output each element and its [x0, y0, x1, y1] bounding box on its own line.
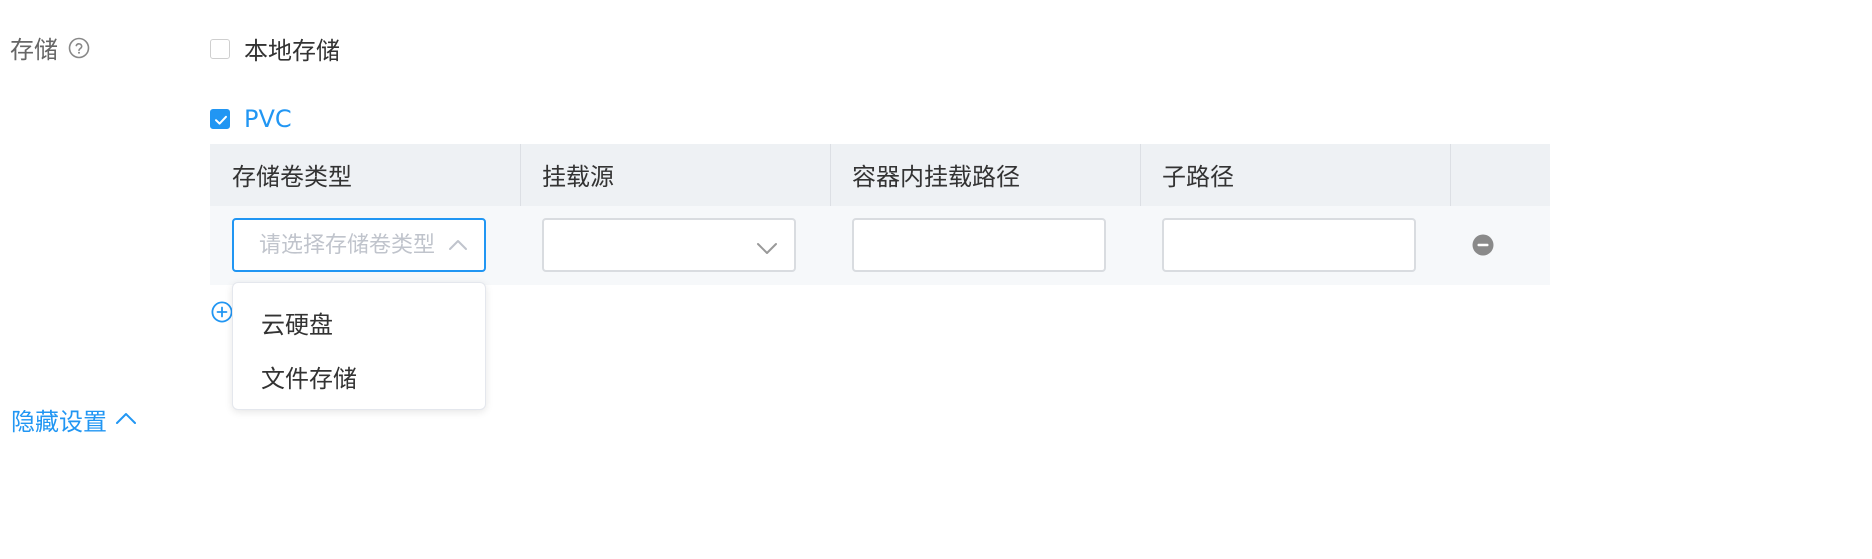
chevron-down-icon	[756, 240, 778, 259]
pvc-checkbox[interactable]	[210, 109, 230, 129]
minus-circle-icon[interactable]	[1472, 234, 1494, 260]
column-header-volume-type: 存储卷类型	[232, 163, 352, 191]
volume-type-dropdown: 云硬盘 文件存储	[232, 282, 486, 410]
sub-path-input[interactable]	[1162, 218, 1416, 272]
local-storage-label: 本地存储	[244, 37, 340, 65]
dropdown-option-cloud-disk[interactable]: 云硬盘	[261, 305, 333, 340]
hide-settings-label: 隐藏设置	[11, 408, 107, 436]
volume-table-header: 存储卷类型 挂载源 容器内挂载路径 子路径	[210, 144, 1550, 206]
chevron-up-icon	[448, 237, 468, 256]
pvc-label: PVC	[244, 105, 292, 133]
storage-field-label-group: 存储	[10, 30, 90, 65]
dropdown-option-file-storage[interactable]: 文件存储	[261, 359, 357, 394]
local-storage-option[interactable]: 本地存储	[210, 31, 340, 66]
pvc-option[interactable]: PVC	[210, 105, 292, 133]
plus-circle-icon[interactable]	[211, 301, 233, 327]
chevron-up-icon	[115, 410, 137, 429]
column-divider	[1450, 144, 1451, 206]
mount-source-select[interactable]	[542, 218, 796, 272]
volume-table: 存储卷类型 挂载源 容器内挂载路径 子路径 请选择存储卷类型	[210, 144, 1550, 285]
question-circle-icon[interactable]	[68, 37, 90, 59]
container-path-input[interactable]	[852, 218, 1106, 272]
storage-label: 存储	[10, 36, 58, 64]
volume-type-select[interactable]: 请选择存储卷类型	[232, 218, 486, 272]
column-header-mount-source: 挂载源	[542, 163, 614, 191]
column-header-container-path: 容器内挂载路径	[852, 163, 1020, 191]
local-storage-checkbox[interactable]	[210, 38, 230, 59]
column-header-sub-path: 子路径	[1162, 163, 1234, 191]
volume-type-placeholder: 请选择存储卷类型	[259, 233, 436, 258]
hide-settings-toggle[interactable]: 隐藏设置	[11, 402, 137, 437]
